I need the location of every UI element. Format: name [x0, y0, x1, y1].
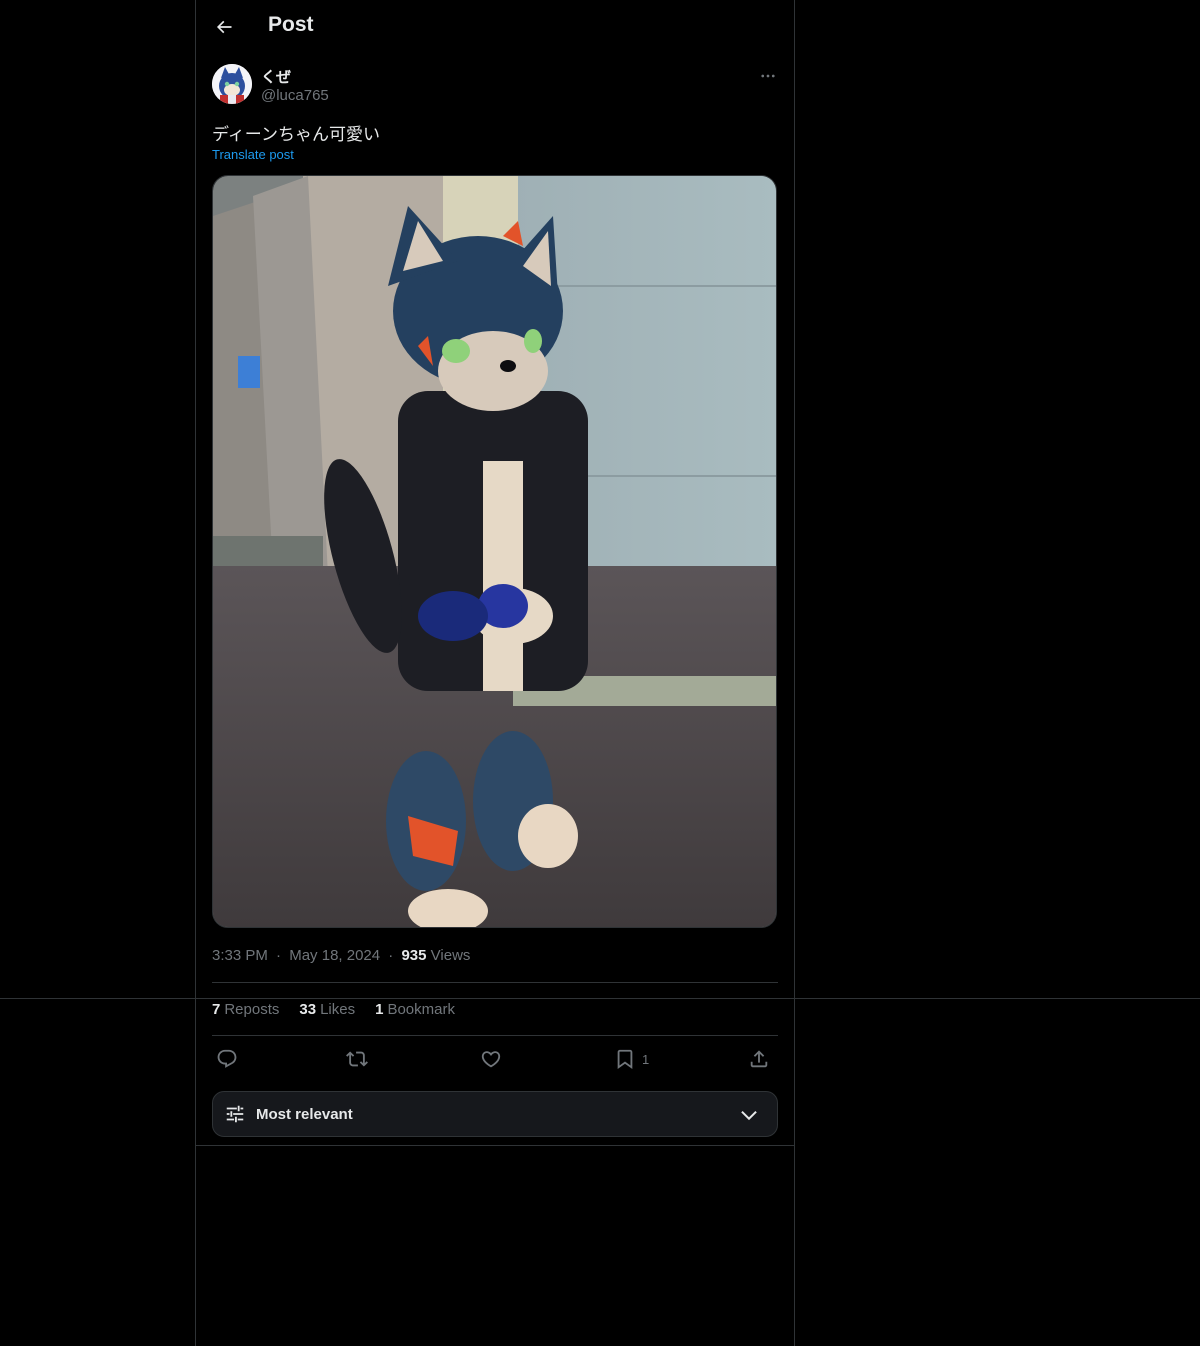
reposts-label: Reposts [224, 1001, 280, 1018]
arrow-left-icon [216, 20, 232, 34]
reply-icon [217, 1049, 237, 1068]
back-button[interactable] [209, 12, 239, 42]
reply-button[interactable] [216, 1046, 238, 1072]
primary-column: Post くぜ @luca765 ディーンちゃん可愛い Translate po… [195, 0, 795, 1346]
bookmark-button[interactable]: 1 [614, 1046, 649, 1072]
engagement-stats: 7 Reposts 33 Likes 1 Bookmark [212, 1001, 455, 1018]
reposts-count: 7 [212, 1001, 221, 1018]
sort-selected-value: Most relevant [256, 1106, 353, 1123]
chevron-down-icon [741, 1110, 757, 1121]
more-horizontal-icon [761, 74, 775, 78]
post-time[interactable]: 3:33 PM [212, 947, 268, 964]
share-button[interactable] [748, 1046, 770, 1072]
likes-count: 33 [299, 1001, 317, 1018]
meta-separator: · [276, 947, 282, 964]
author-handle[interactable]: @luca765 [261, 87, 329, 104]
page-title: Post [268, 13, 314, 36]
heart-icon [481, 1051, 501, 1068]
more-options-button[interactable] [756, 64, 780, 88]
page-header: Post [196, 0, 794, 54]
reposts-stat[interactable]: 7 Reposts [212, 1001, 279, 1018]
repost-icon [346, 1051, 368, 1067]
bookmark-icon [617, 1049, 633, 1070]
likes-label: Likes [320, 1001, 356, 1018]
avatar-image [212, 64, 252, 104]
post-date[interactable]: May 18, 2024 [289, 947, 380, 964]
post-text: ディーンちゃん可愛い [212, 125, 380, 144]
views-label: Views [430, 947, 471, 964]
divider [212, 982, 778, 983]
bookmarks-label: Bookmark [387, 1001, 455, 1018]
divider [212, 1035, 778, 1036]
likes-stat[interactable]: 33 Likes [299, 1001, 355, 1018]
bookmark-count: 1 [642, 1051, 650, 1067]
repost-button[interactable] [346, 1046, 368, 1072]
translate-post-link[interactable]: Translate post [212, 147, 294, 162]
action-bar: 1 [212, 1046, 778, 1074]
avatar[interactable] [212, 64, 252, 104]
photo-image [213, 176, 776, 927]
meta-separator: · [388, 947, 394, 964]
author-display-name[interactable]: くぜ [261, 66, 291, 87]
reply-sort-dropdown[interactable]: Most relevant [212, 1091, 778, 1137]
bookmarks-stat[interactable]: 1 Bookmark [375, 1001, 455, 1018]
like-button[interactable] [480, 1046, 502, 1072]
bookmarks-count: 1 [375, 1001, 384, 1018]
views-count: 935 [401, 947, 427, 964]
share-icon [750, 1050, 768, 1068]
post-metadata: 3:33 PM · May 18, 2024 · 935 Views [212, 947, 470, 964]
post-photo[interactable] [212, 175, 777, 928]
sliders-icon [226, 1105, 244, 1123]
divider [196, 1145, 794, 1146]
